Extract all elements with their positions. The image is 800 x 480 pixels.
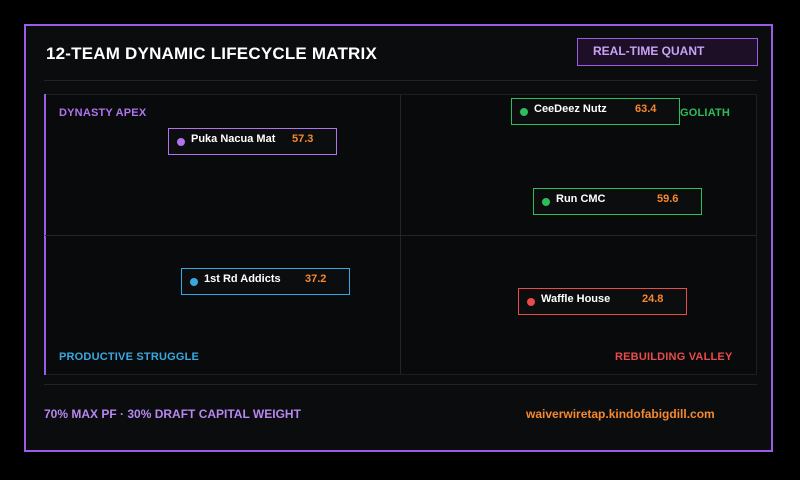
quadrant-label-rebuilding-valley: REBUILDING VALLEY (615, 351, 733, 363)
quadrant-matrix: DYNASTY APEX GOLIATH PRODUCTIVE STRUGGLE… (44, 94, 757, 375)
team-name: Waffle House (541, 293, 611, 305)
team-score: 59.6 (657, 193, 679, 205)
quadrant-label-productive-struggle: PRODUCTIVE STRUGGLE (59, 351, 200, 363)
red-status-dot-icon (527, 298, 535, 306)
team-score: 63.4 (635, 103, 657, 115)
quadrant-label-goliath: GOLIATH (680, 107, 731, 119)
footer-divider (44, 384, 757, 385)
team-name: 1st Rd Addicts (204, 273, 281, 285)
weighting-note: 70% MAX PF · 30% DRAFT CAPITAL WEIGHT (44, 407, 301, 421)
quadrant-label-dynasty-apex: DYNASTY APEX (59, 107, 147, 119)
team-node-run-cmc[interactable]: Run CMC 59.6 (533, 188, 702, 215)
team-name: Puka Nacua Mat (191, 133, 276, 145)
green-status-dot-icon (520, 108, 528, 116)
team-node-puka-nacua-mat[interactable]: Puka Nacua Mat 57.3 (168, 128, 337, 155)
team-node-waffle-house[interactable]: Waffle House 24.8 (518, 288, 687, 315)
real-time-quant-badge[interactable]: REAL-TIME QUANT (577, 38, 758, 66)
team-score: 57.3 (292, 133, 314, 145)
team-name: CeeDeez Nutz (534, 103, 607, 115)
page-title: 12-TEAM DYNAMIC LIFECYCLE MATRIX (46, 44, 377, 63)
horizontal-axis-line (45, 235, 756, 236)
site-link[interactable]: waiverwiretap.kindofabigdill.com (526, 407, 715, 421)
team-name: Run CMC (556, 193, 606, 205)
blue-status-dot-icon (190, 278, 198, 286)
green-status-dot-icon (542, 198, 550, 206)
team-score: 24.8 (642, 293, 664, 305)
team-score: 37.2 (305, 273, 327, 285)
purple-status-dot-icon (177, 138, 185, 146)
header-divider (44, 80, 757, 81)
lifecycle-matrix-card: 12-TEAM DYNAMIC LIFECYCLE MATRIX REAL-TI… (24, 24, 773, 452)
team-node-ceedeez-nutz[interactable]: CeeDeez Nutz 63.4 (511, 98, 680, 125)
team-node-1st-rd-addicts[interactable]: 1st Rd Addicts 37.2 (181, 268, 350, 295)
